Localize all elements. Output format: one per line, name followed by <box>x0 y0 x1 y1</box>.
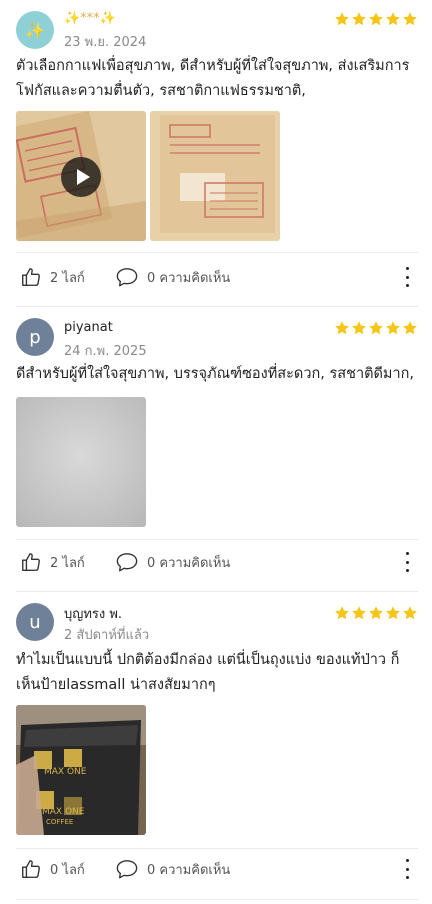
reviewer-name[interactable]: บุญทรง พ. <box>64 603 122 624</box>
star-icon <box>386 321 400 335</box>
star-icon <box>335 606 349 620</box>
product-brand: MAX ONE <box>42 807 85 817</box>
star-rating <box>334 320 418 336</box>
star-icon <box>369 606 383 620</box>
star-icon <box>352 321 366 335</box>
comment-bubble-icon <box>116 553 138 572</box>
thumbs-up-icon <box>22 268 40 286</box>
product-subtitle: COFFEE <box>46 818 74 826</box>
star-icon <box>369 12 383 26</box>
review-actions: 0 ไลก์ 0 ความคิดเห็น <box>16 856 420 882</box>
reviewer-name[interactable]: piyanat <box>64 320 113 335</box>
more-vertical-icon[interactable] <box>402 267 412 287</box>
comment-bubble-icon <box>116 268 138 287</box>
review-card: ✨ ✨***✨ 23 พ.ย. 2024 ตัวเลือกกาแฟเพื่อสุ… <box>0 0 432 307</box>
thumbs-up-icon <box>22 553 40 571</box>
star-icon <box>352 12 366 26</box>
review-date: 23 พ.ย. 2024 <box>64 35 147 50</box>
review-card: u บุญทรง พ. 2 สัปดาห์ที่แล้ว ทำไมเป็นแบบ… <box>0 592 432 904</box>
star-icon <box>335 321 349 335</box>
like-count: 2 ไลก์ <box>50 270 85 286</box>
avatar[interactable]: ✨ <box>16 11 54 49</box>
divider <box>16 539 418 540</box>
star-rating <box>334 11 418 27</box>
like-count: 0 ไลก์ <box>50 862 85 878</box>
divider <box>16 848 418 849</box>
more-vertical-icon[interactable] <box>402 859 412 879</box>
avatar[interactable]: p <box>16 318 54 356</box>
avatar-letter: ✨ <box>25 20 45 40</box>
avatar[interactable]: u <box>16 603 54 641</box>
like-button[interactable]: 2 ไลก์ <box>20 551 85 573</box>
review-text: ทำไมเป็นแบบนี้ ปกติต้องมีกล่อง แต่นี่เป็… <box>16 652 400 693</box>
star-rating <box>334 605 418 621</box>
divider <box>16 899 418 900</box>
play-icon[interactable] <box>61 157 101 197</box>
like-button[interactable]: 2 ไลก์ <box>20 266 85 288</box>
comment-bubble-icon <box>116 860 138 879</box>
more-vertical-icon[interactable] <box>402 552 412 572</box>
like-button[interactable]: 0 ไลก์ <box>20 858 85 880</box>
review-video-thumbnail[interactable] <box>16 111 146 241</box>
comment-count: 0 ความคิดเห็น <box>147 862 231 878</box>
divider <box>16 252 418 253</box>
star-icon <box>369 321 383 335</box>
blurred-photo <box>16 397 146 527</box>
star-icon <box>335 12 349 26</box>
comment-button[interactable]: 0 ความคิดเห็น <box>115 266 230 288</box>
thumbs-up-icon <box>22 860 40 878</box>
avatar-letter: p <box>29 326 41 348</box>
review-text: ดีสำหรับผู้ที่ใส่ใจสุขภาพ, บรรจุภัณฑ์ซอง… <box>16 366 415 382</box>
reviewer-name[interactable]: ✨***✨ <box>64 11 116 26</box>
star-icon <box>352 606 366 620</box>
review-actions: 2 ไลก์ 0 ความคิดเห็น <box>16 264 420 290</box>
comment-button[interactable]: 0 ความคิดเห็น <box>115 858 230 880</box>
review-actions: 2 ไลก์ 0 ความคิดเห็น <box>16 549 420 575</box>
comment-count: 0 ความคิดเห็น <box>147 555 231 571</box>
comment-count: 0 ความคิดเห็น <box>147 270 231 286</box>
parcel-photo <box>150 111 280 241</box>
star-icon <box>386 606 400 620</box>
star-icon <box>386 12 400 26</box>
star-icon <box>403 12 417 26</box>
star-icon <box>403 606 417 620</box>
review-photo[interactable] <box>150 111 280 241</box>
review-photo[interactable]: MAX ONE MAX ONE COFFEE <box>16 705 146 835</box>
avatar-letter: u <box>29 611 41 633</box>
like-count: 2 ไลก์ <box>50 555 85 571</box>
star-icon <box>403 321 417 335</box>
review-text: ตัวเลือกกาแฟเพื่อสุขภาพ, ดีสำหรับผู้ที่ใ… <box>16 58 410 99</box>
review-date: 24 ก.พ. 2025 <box>64 344 147 359</box>
product-brand: MAX ONE <box>44 767 87 777</box>
review-date: 2 สัปดาห์ที่แล้ว <box>64 628 150 643</box>
review-photo[interactable] <box>16 397 146 527</box>
comment-button[interactable]: 0 ความคิดเห็น <box>115 551 230 573</box>
review-card: p piyanat 24 ก.พ. 2025 ดีสำหรับผู้ที่ใส่… <box>0 307 432 597</box>
